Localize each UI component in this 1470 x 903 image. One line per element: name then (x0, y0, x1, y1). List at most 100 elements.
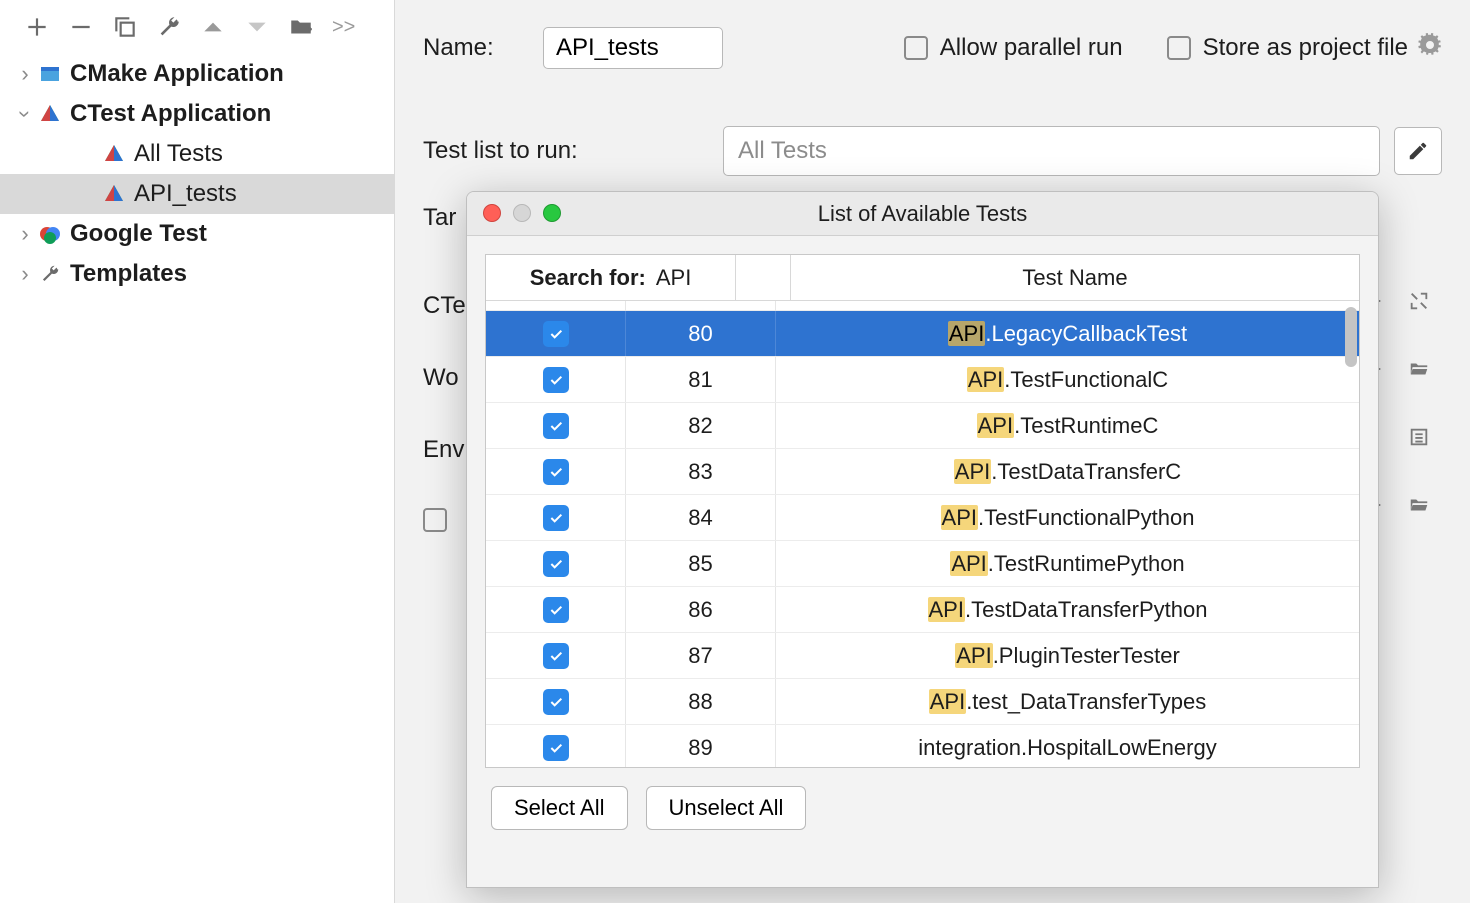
row-testname: API.test_DataTransferTypes (776, 689, 1359, 715)
name-header[interactable]: Test Name (791, 255, 1359, 301)
googletest-icon (36, 223, 64, 245)
allow-parallel-checkbox[interactable] (904, 36, 928, 60)
num-header[interactable] (736, 255, 791, 301)
config-tree: › CMake Application › CTest Application … (0, 50, 394, 903)
folder-add-icon[interactable] (288, 14, 314, 40)
chevron-right-icon[interactable]: › (14, 261, 36, 287)
edit-testlist-button[interactable] (1394, 127, 1442, 175)
row-checkbox[interactable] (543, 689, 569, 715)
row-number: 83 (626, 449, 776, 494)
row-testname: API.TestFunctionalPython (776, 505, 1359, 531)
name-label: Name: (423, 34, 543, 62)
cmake-icon (36, 63, 64, 85)
search-label: Search for: (530, 265, 646, 291)
row-number: 82 (626, 403, 776, 448)
row-number: 84 (626, 495, 776, 540)
row-testname: API.TestRuntimeC (776, 413, 1359, 439)
tree-label: Google Test (70, 220, 207, 248)
select-all-button[interactable]: Select All (491, 786, 628, 830)
row-checkbox[interactable] (543, 413, 569, 439)
folder-open-icon[interactable] (1396, 482, 1442, 528)
chevron-right-icon[interactable]: › (14, 221, 36, 247)
row-testname: integration.HospitalLowEnergy (776, 735, 1359, 761)
row-checkbox[interactable] (543, 505, 569, 531)
zoom-icon[interactable] (543, 204, 561, 222)
row-number: 80 (626, 311, 776, 356)
ctest-icon (100, 143, 128, 165)
table-row[interactable]: 84API.TestFunctionalPython (486, 495, 1359, 541)
table-row[interactable]: 82API.TestRuntimeC (486, 403, 1359, 449)
sidebar-toolbar: >> (0, 0, 394, 50)
row-testname: API.TestDataTransferPython (776, 597, 1359, 623)
row-testname: API.TestRuntimePython (776, 551, 1359, 577)
search-header: Search for: API (486, 255, 736, 301)
table-row[interactable]: 88API.test_DataTransferTypes (486, 679, 1359, 725)
copy-icon[interactable] (112, 14, 138, 40)
gear-icon[interactable] (1418, 33, 1442, 63)
unknown-checkbox[interactable] (423, 508, 447, 532)
table-row[interactable]: 81API.TestFunctionalC (486, 357, 1359, 403)
unselect-all-button[interactable]: Unselect All (646, 786, 807, 830)
row-number: 88 (626, 679, 776, 724)
tests-table: Search for: API Test Name 80API.LegacyCa… (485, 254, 1360, 768)
store-project-checkbox[interactable] (1167, 36, 1191, 60)
row-testname: API.TestFunctionalC (776, 367, 1359, 393)
testlist-label: Test list to run: (423, 137, 723, 165)
row-testname: API.PluginTesterTester (776, 643, 1359, 669)
table-row[interactable]: 86API.TestDataTransferPython (486, 587, 1359, 633)
row-number: 85 (626, 541, 776, 586)
dialog-titlebar[interactable]: List of Available Tests (467, 192, 1378, 236)
row-checkbox[interactable] (543, 597, 569, 623)
minus-icon[interactable] (68, 14, 94, 40)
config-sidebar: >> › CMake Application › CTest Applicati… (0, 0, 395, 903)
row-checkbox[interactable] (543, 367, 569, 393)
row-number: 81 (626, 357, 776, 402)
tree-item-ctest-application[interactable]: › CTest Application (0, 94, 394, 134)
available-tests-dialog: List of Available Tests Search for: API … (466, 191, 1379, 888)
tree-label: API_tests (134, 180, 237, 208)
chevron-right-icon[interactable]: › (14, 61, 36, 87)
row-checkbox[interactable] (543, 551, 569, 577)
move-down-icon[interactable] (244, 14, 270, 40)
ctest-icon (36, 103, 64, 125)
tree-label: CTest Application (70, 100, 271, 128)
row-number: 87 (626, 633, 776, 678)
wrench-icon[interactable] (156, 14, 182, 40)
expand-icon[interactable] (1396, 278, 1442, 324)
tree-item-all-tests[interactable]: All Tests (0, 134, 394, 174)
add-icon[interactable] (24, 14, 50, 40)
list-icon[interactable] (1396, 414, 1442, 460)
tree-item-api-tests[interactable]: API_tests (0, 174, 394, 214)
table-row[interactable]: 87API.PluginTesterTester (486, 633, 1359, 679)
row-checkbox[interactable] (543, 735, 569, 761)
name-field[interactable] (543, 27, 723, 69)
table-row[interactable]: 83API.TestDataTransferC (486, 449, 1359, 495)
close-icon[interactable] (483, 204, 501, 222)
wrench-icon (36, 263, 64, 285)
search-input[interactable]: API (656, 265, 691, 291)
folder-open-icon[interactable] (1396, 346, 1442, 392)
minimize-icon[interactable] (513, 204, 531, 222)
table-row[interactable]: 89integration.HospitalLowEnergy (486, 725, 1359, 767)
row-testname: API.LegacyCallbackTest (776, 321, 1359, 347)
allow-parallel-label: Allow parallel run (940, 34, 1123, 62)
scrollbar-thumb[interactable] (1345, 307, 1357, 367)
store-project-label: Store as project file (1203, 34, 1408, 62)
row-checkbox[interactable] (543, 321, 569, 347)
tree-label: CMake Application (70, 60, 284, 88)
row-checkbox[interactable] (543, 643, 569, 669)
tree-label: All Tests (134, 140, 223, 168)
table-row[interactable]: 85API.TestRuntimePython (486, 541, 1359, 587)
toolbar-overflow[interactable]: >> (332, 16, 355, 39)
ctest-icon (100, 183, 128, 205)
tree-item-cmake-application[interactable]: › CMake Application (0, 54, 394, 94)
table-row[interactable]: 80API.LegacyCallbackTest (486, 311, 1359, 357)
tree-item-templates[interactable]: › Templates (0, 254, 394, 294)
row-checkbox[interactable] (543, 459, 569, 485)
move-up-icon[interactable] (200, 14, 226, 40)
chevron-down-icon[interactable]: › (12, 103, 38, 125)
row-number: 86 (626, 587, 776, 632)
tree-item-google-test[interactable]: › Google Test (0, 214, 394, 254)
testlist-field[interactable]: All Tests (723, 126, 1380, 176)
testlist-value: All Tests (738, 137, 827, 165)
